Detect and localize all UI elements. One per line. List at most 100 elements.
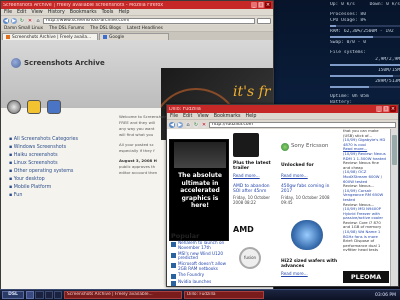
navigation-toolbar: ◀ ▶ ↻ ✕ ⌂ http://www.screenshots-archive… — [1, 16, 273, 25]
story-headline[interactable]: Unlocked for — [281, 163, 314, 168]
cpu-row: CPU Usage: 8% — [330, 18, 400, 24]
home-icon[interactable]: ⌂ — [185, 121, 191, 128]
news-item[interactable]: (10/09) MSI N9400P Hybrid Freezer with p… — [343, 206, 387, 221]
menu-edit[interactable]: Edit — [183, 114, 192, 119]
menu-edit[interactable]: Edit — [17, 10, 26, 15]
read-more-link[interactable]: Read more... — [233, 173, 260, 178]
favicon-icon — [6, 35, 10, 39]
menu-file[interactable]: File — [4, 10, 12, 15]
nav-link[interactable]: ▪ Other operating systems — [9, 168, 109, 176]
close-icon[interactable]: × — [265, 2, 271, 8]
back-icon[interactable]: ◀ — [3, 17, 9, 24]
fs2-usage: 150M/15M — [377, 67, 400, 73]
menu-help[interactable]: Help — [118, 10, 129, 15]
news-column: that you can make (USB) stick of... (10/… — [343, 129, 387, 269]
popular-item[interactable]: Microsoft doesn't allow 2GB RAM netbooks — [171, 261, 229, 272]
tab-label: Google — [109, 34, 125, 40]
workspace-3[interactable] — [44, 291, 53, 299]
nav-link[interactable]: ▪ Fun — [9, 192, 109, 200]
stop-icon[interactable]: ✕ — [27, 17, 33, 24]
fs2-bar-fill — [330, 74, 393, 77]
maximize-icon[interactable]: □ — [383, 106, 389, 112]
url-bar[interactable]: http://fudzilla.com — [209, 121, 396, 128]
reload-icon[interactable]: ↻ — [193, 121, 199, 128]
cpu-bar-fill — [330, 25, 336, 28]
bookmark-damn-small-linux[interactable]: Damn Small Linux — [4, 26, 43, 31]
bullet-icon — [171, 242, 176, 247]
news-item[interactable]: (10/09) Corsair Vengeance RM 650W tested — [343, 188, 387, 203]
menu-file[interactable]: File — [170, 114, 178, 119]
firefox-titlebar[interactable]: Screenshots Archive | Freely available s… — [1, 1, 273, 9]
net-up: Up: 0 k/s — [330, 2, 355, 7]
close-icon[interactable]: × — [390, 106, 396, 112]
bookmark-dsl-forums[interactable]: The DSL Forums — [49, 26, 84, 31]
forward-icon[interactable]: ▶ — [177, 121, 183, 128]
story-headline[interactable]: Plus the latest trailer — [233, 161, 277, 171]
home-icon[interactable]: ⌂ — [35, 17, 41, 24]
vertical-scrollbar[interactable] — [390, 129, 398, 286]
stop-icon[interactable]: ✕ — [201, 121, 207, 128]
popular-item[interactable]: Nehalem to launch on November 17th — [171, 240, 229, 251]
apple-icon[interactable] — [47, 100, 61, 114]
news-item[interactable]: (10/08) OCZ ModXStream 600W / 600W teste… — [343, 170, 387, 184]
taskbar-item-dillo[interactable]: Dillo: Fudzilla — [184, 291, 264, 299]
favicon-icon — [103, 35, 107, 39]
windows-icon[interactable] — [7, 100, 21, 114]
bullet-icon — [171, 280, 176, 286]
nav-link[interactable]: ▪ Windows Screenshots — [9, 144, 109, 152]
read-more-link[interactable]: Read more... — [281, 271, 308, 276]
story-link[interactable]: 450gw fabs coming in 2017 — [281, 184, 341, 194]
ram-row: RAM: 62,30%/2500M - 192 — [330, 29, 400, 35]
menu-bookmarks[interactable]: Bookmarks — [70, 10, 97, 15]
dillo-toolbar: ◀ ▶ ⌂ ↻ ✕ http://fudzilla.com — [167, 120, 398, 129]
ram-usage: RAM: 62,30%/2500M - 192 — [330, 29, 394, 35]
wafer-image — [291, 220, 323, 250]
story-link[interactable]: AMD to abandon SOI after 45nm — [233, 184, 277, 194]
menu-view[interactable]: View — [197, 114, 208, 119]
popular-item[interactable]: MSI's new Wind U120 predicted — [171, 251, 229, 262]
bookmark-latest-headlines[interactable]: Latest Headlines — [127, 26, 163, 31]
tab-google[interactable]: Google — [99, 33, 169, 40]
maximize-icon[interactable]: □ — [258, 2, 264, 8]
url-bar[interactable]: http://www.screenshots-archive.com/ — [43, 17, 255, 24]
minimize-icon[interactable]: _ — [251, 2, 257, 8]
search-box[interactable] — [257, 17, 271, 24]
os-icons — [7, 100, 61, 114]
menu-tools[interactable]: Tools — [102, 10, 114, 15]
pleoma-ad[interactable]: PLEOMA — [343, 271, 389, 283]
nav-link[interactable]: ▪ Mobile Platform — [9, 184, 109, 192]
start-button[interactable]: DSL — [2, 291, 24, 299]
scrollbar-thumb[interactable] — [392, 135, 397, 165]
firefox-menubar: File Edit View History Bookmarks Tools H… — [1, 9, 273, 16]
menu-help[interactable]: Help — [246, 114, 257, 119]
fs1-bar — [330, 63, 400, 66]
bookmark-dsl-blogs[interactable]: The DSL Blogs — [90, 26, 121, 31]
menu-history[interactable]: History — [48, 10, 65, 15]
reload-icon[interactable]: ↻ — [19, 17, 25, 24]
nav-link[interactable]: ▪ Your desktop — [9, 176, 109, 184]
story-headline[interactable]: Hi22 sized wafers with advances — [281, 259, 347, 269]
fs3-usage: 289M/513M — [375, 78, 400, 84]
fs1-usage: 2,9M/2,9M — [375, 56, 400, 62]
workspace-1[interactable] — [26, 291, 35, 299]
popular-item[interactable]: The Foundry — [171, 272, 229, 279]
menu-bookmarks[interactable]: Bookmarks — [214, 114, 241, 119]
popular-item[interactable]: Nvidia launches — [171, 279, 229, 286]
nav-link[interactable]: ▪ Haiku screenshots — [9, 152, 109, 160]
dillo-titlebar[interactable]: Dillo: Fudzilla _ □ × — [167, 105, 398, 113]
workspace-2[interactable] — [35, 291, 44, 299]
tab-screenshots-archive[interactable]: Screenshots Archive | Freely availa... — [2, 33, 98, 40]
taskbar-item-firefox[interactable]: Screenshots Archive | Freely available..… — [64, 291, 182, 299]
menu-view[interactable]: View — [31, 10, 42, 15]
read-more-link[interactable]: Read more... — [281, 173, 308, 178]
nav-link[interactable]: ▪ Linux Screenshots — [9, 160, 109, 168]
workspace-4[interactable] — [53, 291, 62, 299]
linux-icon[interactable] — [27, 100, 41, 114]
forward-icon[interactable]: ▶ — [11, 17, 17, 24]
fs2-bar — [330, 74, 400, 77]
nav-link[interactable]: ▪ All Screenshots Categories — [9, 136, 109, 144]
workspace-switcher[interactable] — [26, 291, 62, 299]
minimize-icon[interactable]: _ — [376, 106, 382, 112]
back-icon[interactable]: ◀ — [169, 121, 175, 128]
fs3-bar — [330, 85, 400, 88]
